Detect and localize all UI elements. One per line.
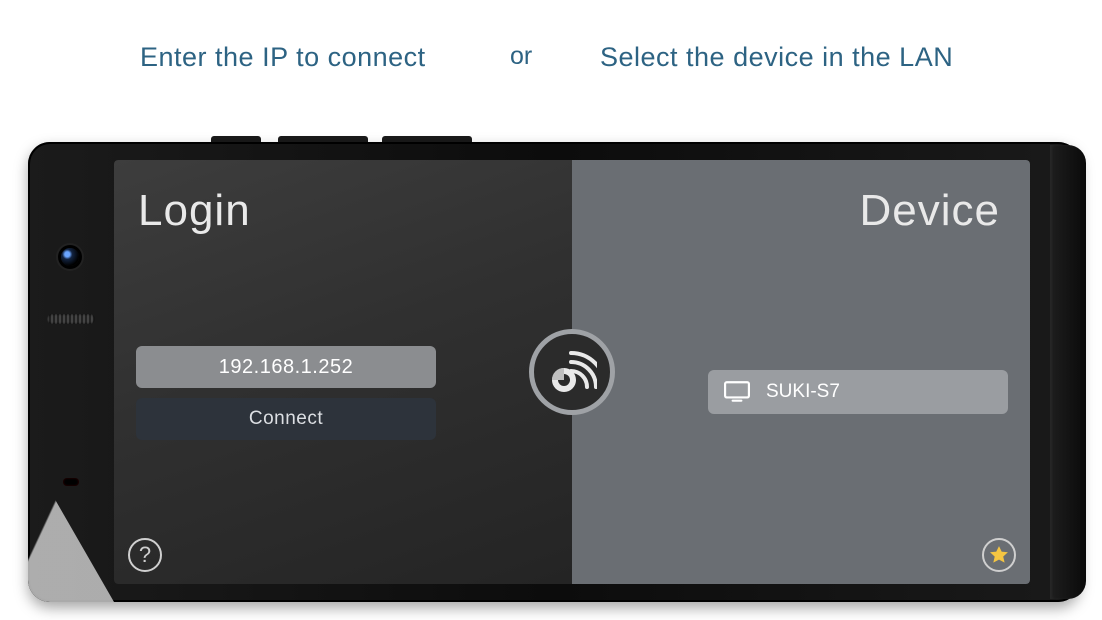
favorite-button[interactable] [982,538,1016,572]
monitor-icon [724,381,750,403]
cast-badge [529,329,615,415]
login-pane: Login Connect ? [114,160,572,584]
ip-input[interactable] [136,346,436,388]
question-mark-icon: ? [139,542,151,568]
login-title: Login [138,186,251,236]
device-title: Device [860,186,1001,236]
star-icon [989,545,1009,565]
cast-icon [547,347,597,397]
connect-button[interactable]: Connect [136,398,436,440]
decorative-corner [28,372,114,602]
phone-body: Login Connect ? Device [28,142,1080,602]
phone-mockup: Login Connect ? Device [28,142,1080,602]
caption-or: or [510,42,532,71]
camera-lens [61,248,79,266]
device-item[interactable]: SUKI-S7 [708,370,1008,414]
device-pane: Device SUKI-S7 [572,160,1030,584]
phone-screen: Login Connect ? Device [114,160,1030,584]
phone-endcap [1050,145,1086,599]
device-name: SUKI-S7 [766,381,840,403]
sensor-dot [63,478,79,486]
caption-select-lan: Select the device in the LAN [600,42,953,73]
help-button[interactable]: ? [128,538,162,572]
speaker-grill [47,314,95,324]
device-list: SUKI-S7 [708,370,1008,414]
login-controls: Connect [136,346,436,440]
caption-enter-ip: Enter the IP to connect [140,42,426,73]
